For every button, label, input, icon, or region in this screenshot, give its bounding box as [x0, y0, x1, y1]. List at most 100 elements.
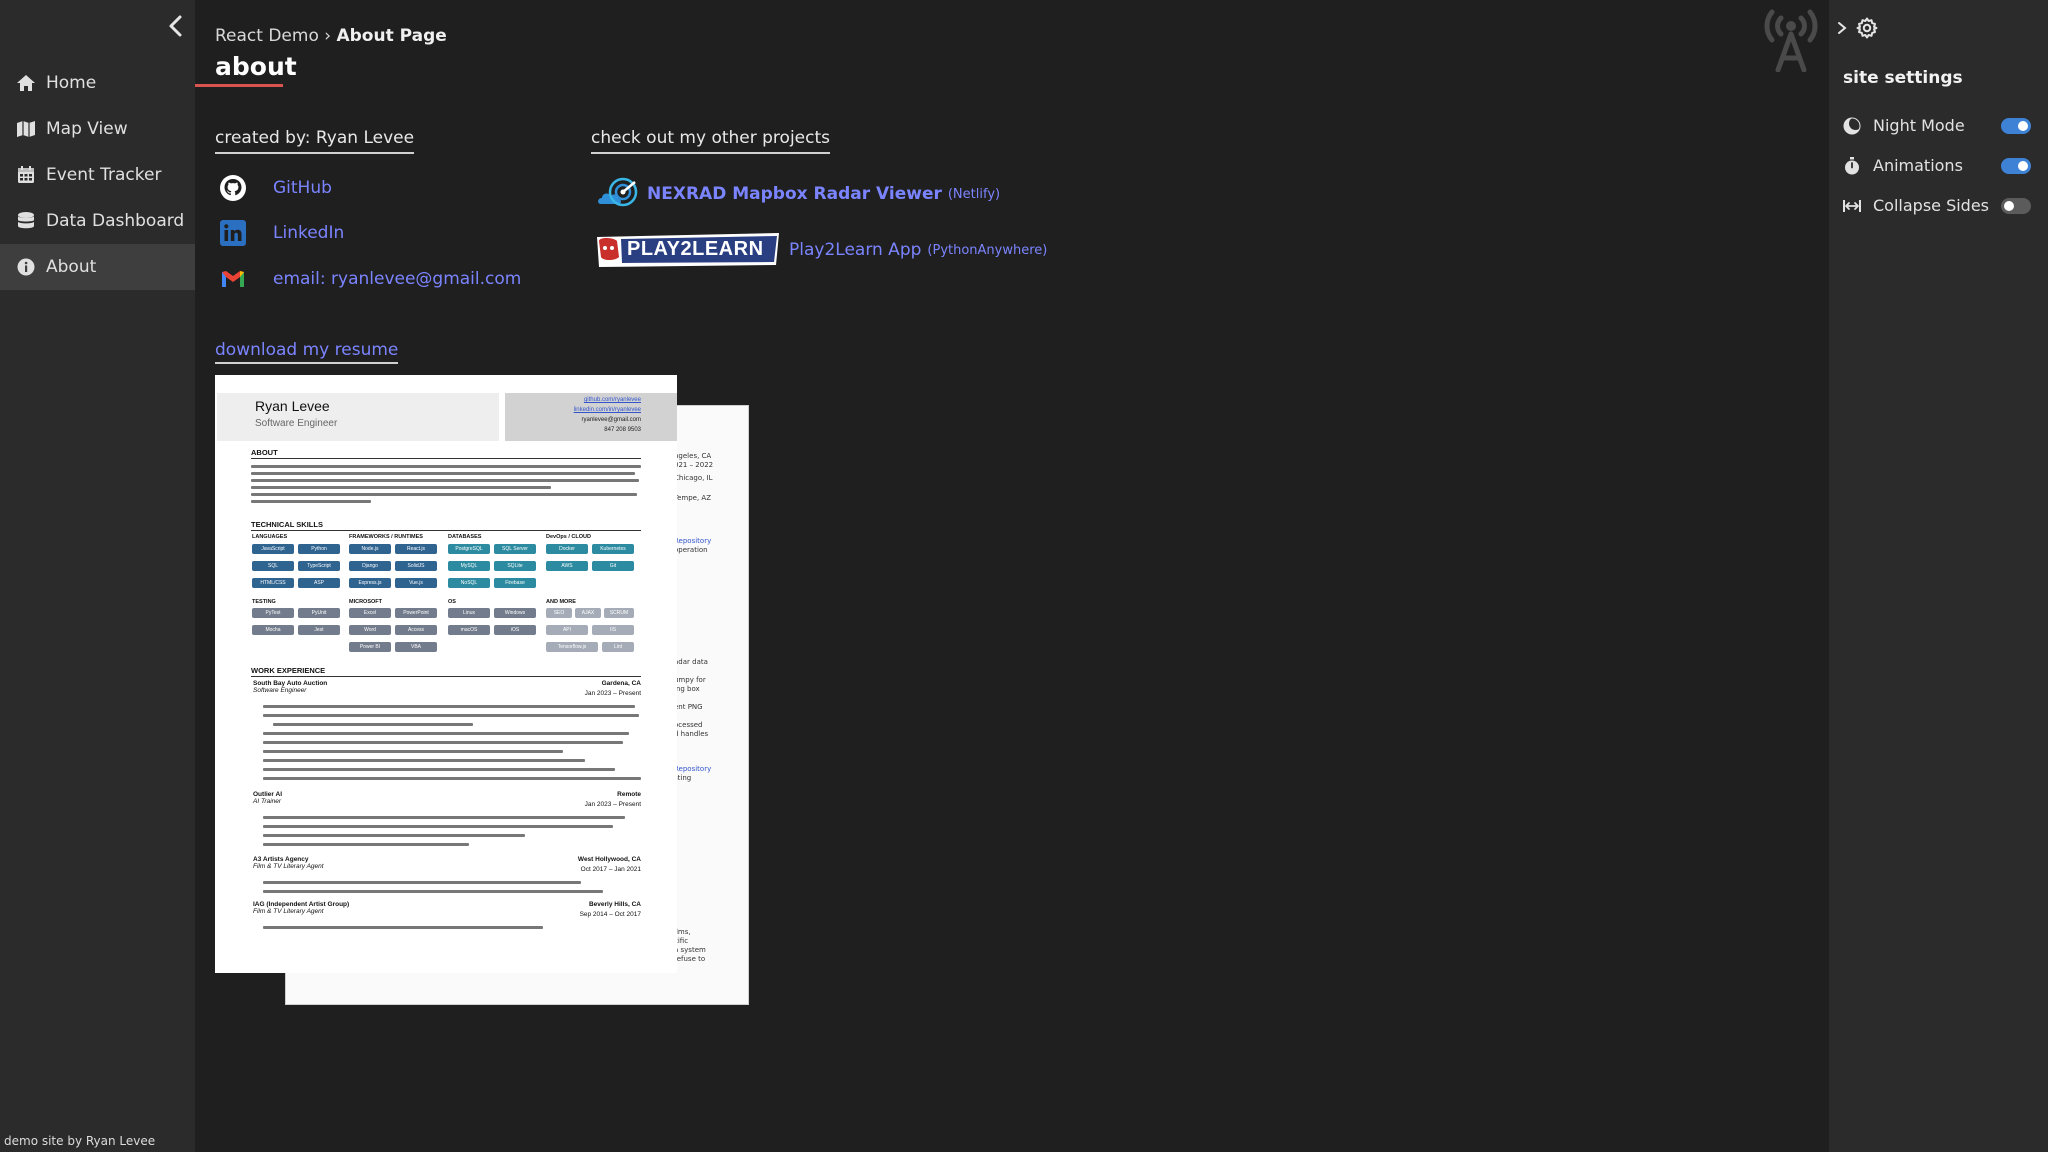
sidebar-item-data-dashboard[interactable]: Data Dashboard	[0, 198, 195, 244]
nexrad-project-link[interactable]: NEXRAD Mapbox Radar Viewer (Netlify)	[595, 174, 1000, 214]
settings-toggle-button[interactable]	[1837, 16, 1879, 40]
collapse-sides-toggle[interactable]	[2001, 197, 2031, 214]
creator-heading: created by: Ryan Levee	[215, 128, 415, 154]
left-sidebar: Home Map View Event Tracker Data Dashboa…	[0, 0, 195, 1152]
back-fragment: 021 – 2022	[674, 461, 714, 469]
play2learn-project-link[interactable]: PLAY2LEARN Play2Learn App (PythonAnywher…	[595, 231, 1047, 269]
resume-text-line	[263, 705, 635, 708]
night-mode-toggle[interactable]	[2001, 117, 2031, 134]
nexrad-project-host: (Netlify)	[947, 186, 1001, 202]
skill-group-heading: LANGUAGES	[252, 534, 288, 540]
setting-night-mode[interactable]: Night Mode	[1843, 116, 2039, 135]
play2learn-project-label[interactable]: Play2Learn App	[789, 240, 921, 260]
resume-header: Ryan Levee Software Engineer github.com/…	[215, 393, 677, 441]
back-fragment: ing box	[674, 685, 700, 693]
resume-text-line	[263, 825, 613, 828]
skill-chip: PostgreSQL	[448, 544, 490, 554]
job-company: Outlier AI	[253, 791, 283, 798]
resume-contact-phone: 847 208 9503	[604, 427, 641, 433]
skill-group-heading: AND MORE	[546, 599, 576, 605]
github-link-label[interactable]: GitHub	[273, 178, 332, 198]
sidebar-item-home[interactable]: Home	[0, 60, 195, 106]
back-fragment: ent PNG	[674, 703, 703, 711]
job-dates: Sep 2014 – Oct 2017	[579, 911, 641, 918]
job-title: AI Trainer	[253, 798, 282, 805]
moon-icon	[1843, 116, 1861, 134]
home-icon	[17, 75, 35, 91]
skill-chip: TypeScript	[298, 561, 340, 571]
job-dates: Oct 2017 – Jan 2021	[580, 866, 641, 873]
resume-text-line	[251, 493, 637, 496]
radio-tower-icon	[1758, 4, 1824, 73]
back-fragment: Tempe, AZ	[674, 494, 711, 502]
setting-animations[interactable]: Animations	[1843, 156, 2039, 175]
sidebar-item-map-view[interactable]: Map View	[0, 106, 195, 152]
linkedin-link-label[interactable]: LinkedIn	[273, 223, 344, 243]
back-fragment: d handles	[674, 730, 709, 738]
resume-text-line	[263, 777, 641, 780]
sidebar-item-about[interactable]: About	[0, 244, 195, 290]
resume-text-line	[263, 768, 615, 771]
skill-chip: Jest	[298, 625, 340, 635]
resume-text-line	[273, 723, 473, 726]
breadcrumb-root[interactable]: React Demo	[215, 26, 319, 46]
resume-text-line	[263, 741, 623, 744]
job-location: West Hollywood, CA	[577, 856, 641, 863]
resume-text-line	[251, 479, 639, 482]
back-fragment: umpy for	[674, 676, 706, 684]
skill-group-heading: DATABASES	[448, 534, 482, 540]
main-content: React Demo › About Page about created by…	[195, 0, 1829, 1152]
map-icon	[17, 121, 35, 137]
collapse-arrows-icon	[1843, 199, 1861, 212]
resume-page-1-preview[interactable]: Ryan Levee Software Engineer github.com/…	[215, 375, 677, 973]
resume-text-line	[251, 500, 371, 503]
chevron-right-icon	[1838, 22, 1847, 34]
nexrad-project-label[interactable]: NEXRAD Mapbox Radar Viewer	[647, 184, 942, 204]
setting-collapse-sides[interactable]: Collapse Sides	[1843, 196, 2039, 215]
skill-chip: IIS	[592, 625, 634, 635]
email-link-label[interactable]: email: ryanlevee@gmail.com	[273, 269, 521, 289]
skill-group-heading: OS	[448, 599, 456, 605]
skill-chip: React.js	[395, 544, 437, 554]
resume-text-line	[263, 834, 525, 837]
skill-chip: Git	[592, 561, 634, 571]
skill-chip: SolidJS	[395, 561, 437, 571]
email-link[interactable]: email: ryanlevee@gmail.com	[219, 265, 521, 293]
skill-chip: Node.js	[349, 544, 391, 554]
skill-chip: Mocha	[252, 625, 294, 635]
github-link[interactable]: GitHub	[219, 174, 332, 202]
skill-group-heading: FRAMEWORKS / RUNTIMES	[349, 534, 423, 540]
sidebar-item-event-tracker[interactable]: Event Tracker	[0, 152, 195, 198]
resume-job: A3 Artists Agency West Hollywood, CA Fil…	[253, 856, 641, 873]
breadcrumb-separator: ›	[318, 26, 337, 46]
skill-chip: Firebase	[494, 578, 536, 588]
footer-credit: demo site by Ryan Levee	[4, 1134, 156, 1148]
sidebar-item-label: Event Tracker	[46, 165, 162, 185]
job-title: Film & TV Literary Agent	[253, 863, 324, 870]
play2learn-project-host: (PythonAnywhere)	[927, 242, 1048, 258]
job-dates: Jan 2023 – Present	[584, 690, 641, 697]
skill-chip: MySQL	[448, 561, 490, 571]
linkedin-link[interactable]: LinkedIn	[219, 219, 344, 247]
animations-toggle[interactable]	[2001, 157, 2031, 174]
skill-chip: macOS	[448, 625, 490, 635]
back-fragment: ngeles, CA	[674, 452, 712, 460]
resume-contact-linkedin: linkedin.com/in/ryanlevee	[573, 407, 641, 413]
skill-chip: VBA	[395, 642, 437, 652]
skill-group-heading: MICROSOFT	[349, 599, 382, 605]
back-fragment: Chicago, IL	[674, 474, 713, 482]
calendar-icon	[18, 166, 34, 183]
job-dates: Jan 2023 – Present	[584, 801, 641, 808]
collapse-sidebar-chevron-icon[interactable]	[166, 14, 186, 38]
resume-name-box: Ryan Levee Software Engineer	[217, 393, 499, 441]
job-location: Gardena, CA	[601, 680, 641, 687]
settings-title: site settings	[1843, 68, 1963, 88]
resume-text-line	[263, 732, 629, 735]
job-company: IAG (Independent Artist Group)	[253, 901, 350, 908]
job-location: Beverly Hills, CA	[588, 901, 641, 908]
skill-chip: SQL	[252, 561, 294, 571]
download-resume-link[interactable]: download my resume	[215, 340, 399, 364]
resume-text-line	[263, 890, 603, 893]
skill-chip: Lint	[602, 642, 634, 652]
resume-text-line	[263, 750, 563, 753]
